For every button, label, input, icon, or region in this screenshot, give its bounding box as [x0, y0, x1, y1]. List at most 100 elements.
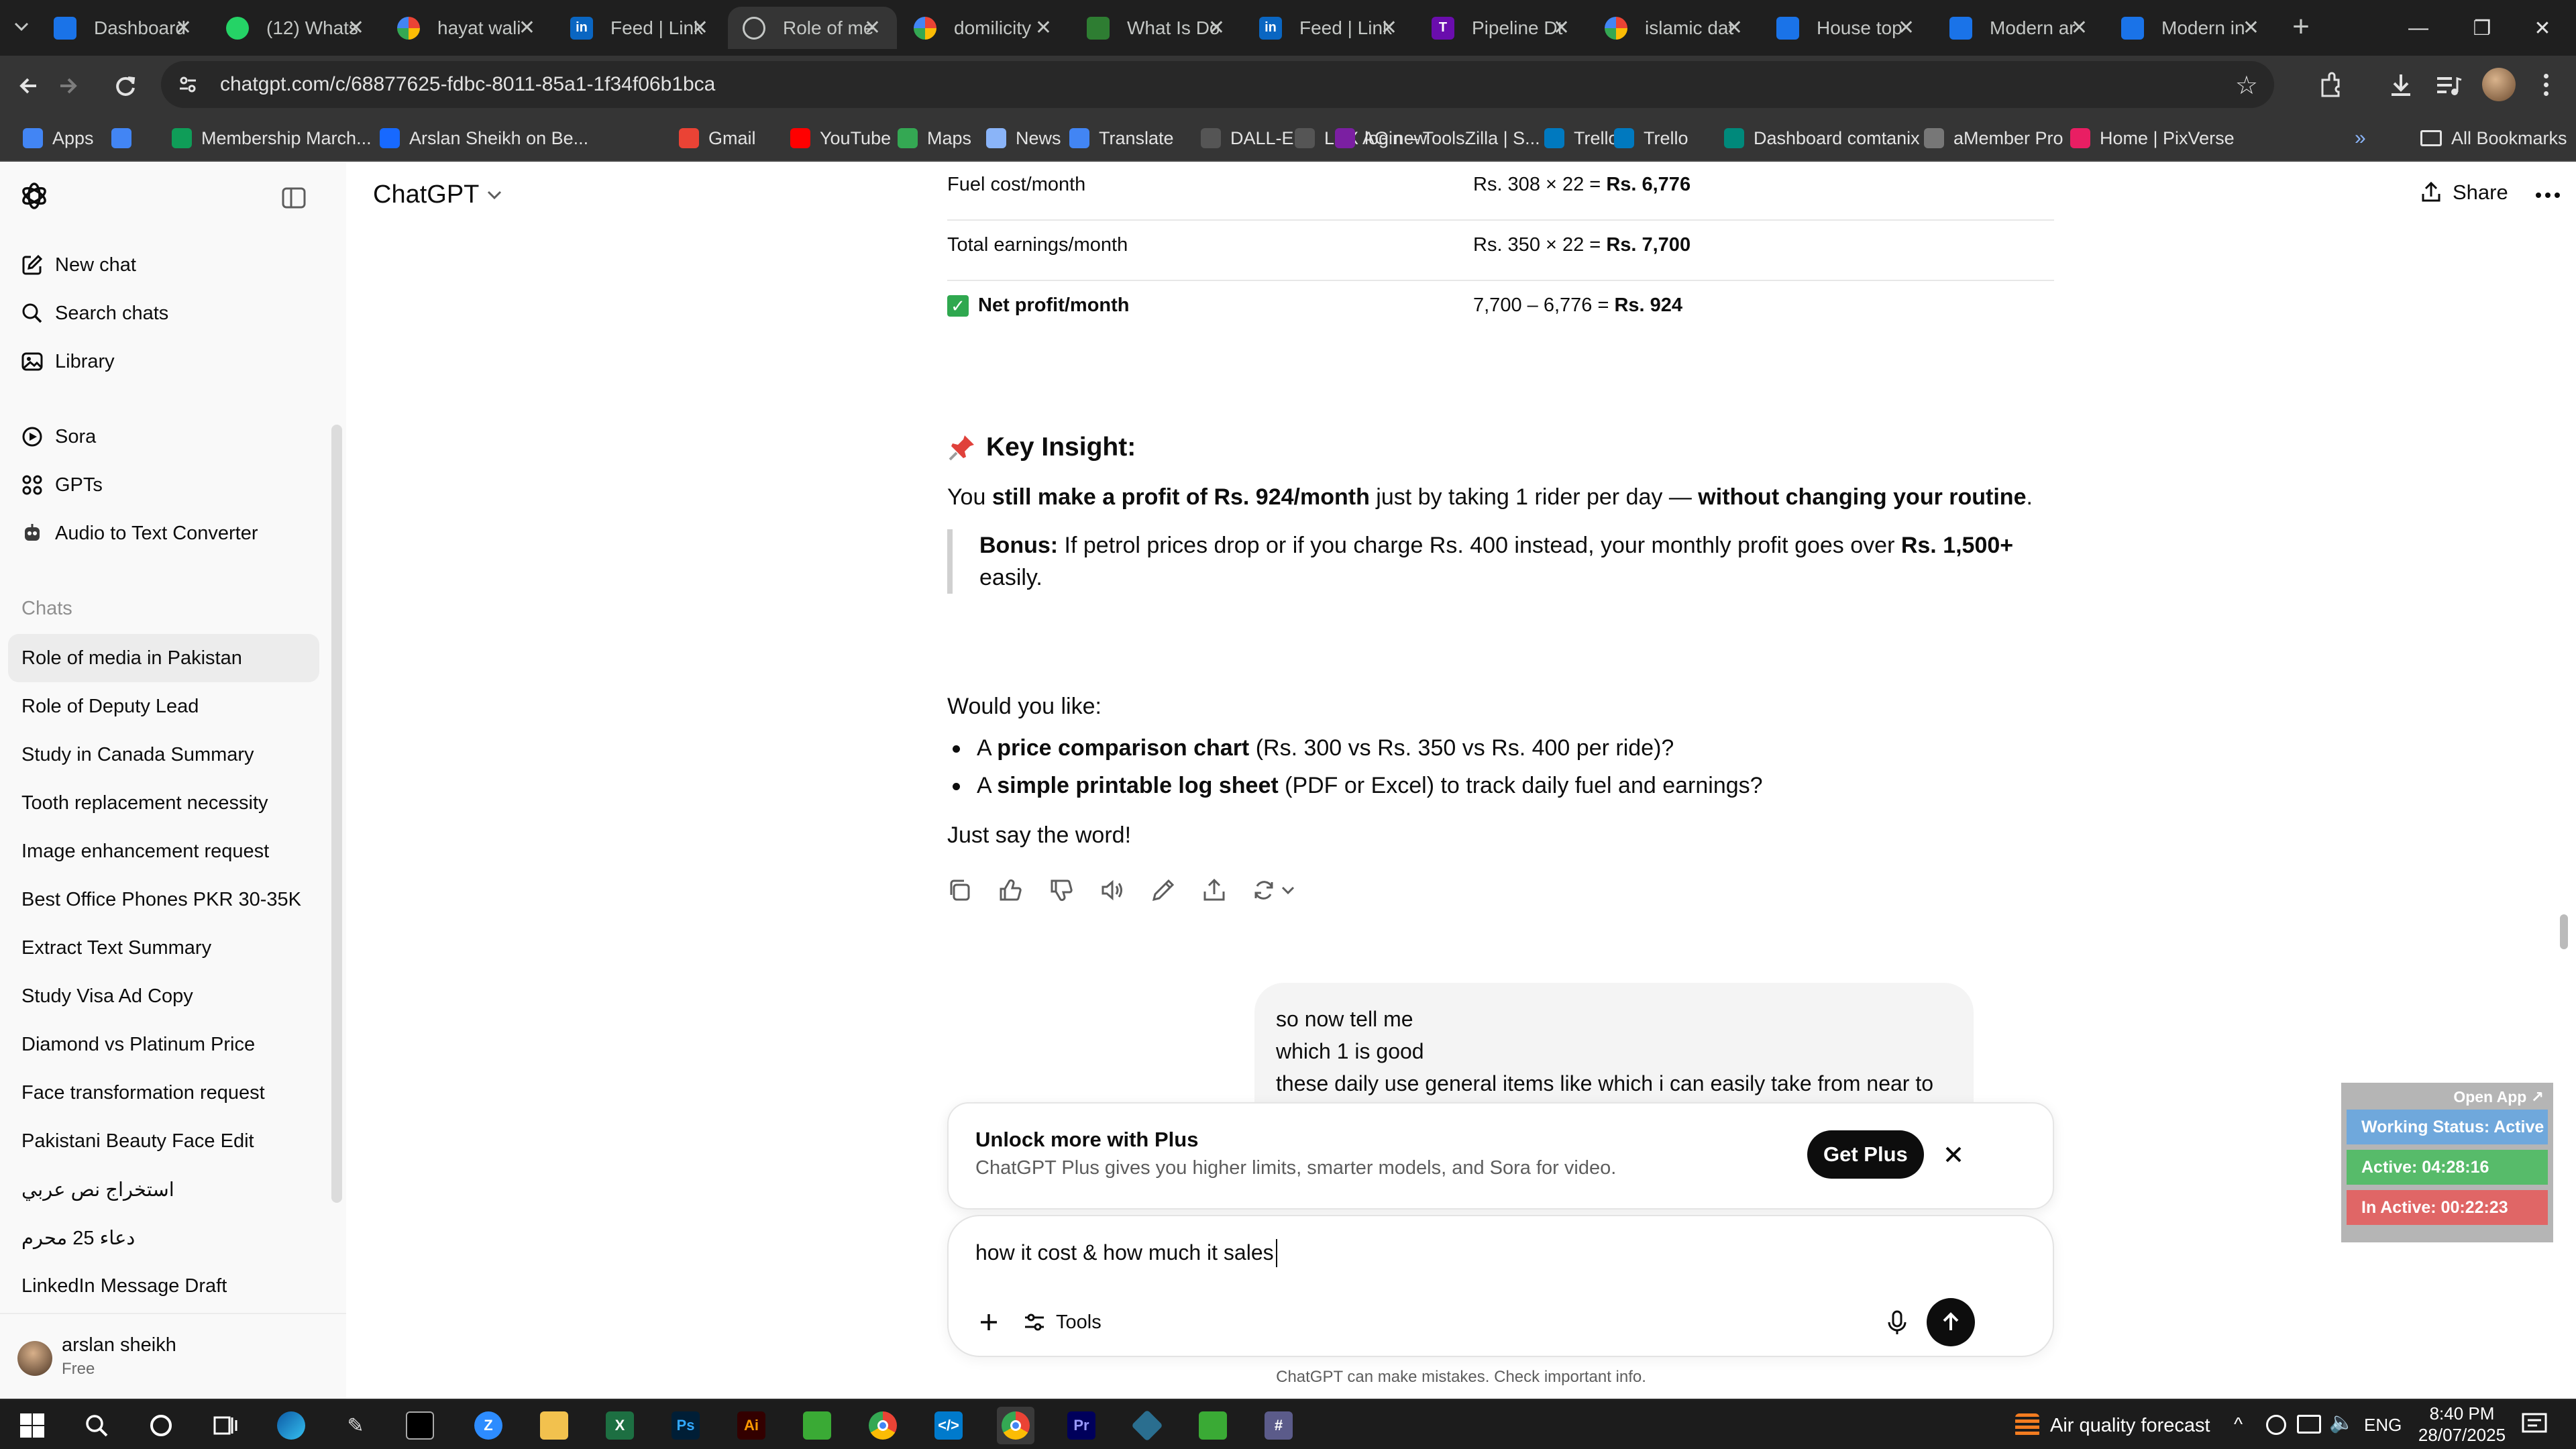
extensions-icon[interactable]	[2314, 69, 2347, 101]
bookmark-item[interactable]: Gmail	[679, 124, 756, 152]
bad-response-button[interactable]	[1045, 874, 1077, 906]
bookmarks-overflow-icon[interactable]: »	[2355, 124, 2366, 152]
chrome-menu-icon[interactable]	[2532, 68, 2559, 101]
bookmark-item[interactable]: Dashboard comtanix	[1724, 124, 1920, 152]
more-options-button[interactable]	[2536, 193, 2560, 198]
bookmark-item[interactable]: DALL-E 2	[1201, 124, 1309, 152]
new-tab-button[interactable]: +	[2284, 12, 2318, 46]
sidebar-scrollbar[interactable]	[331, 425, 342, 1203]
browser-tab[interactable]: Modern ar ✕	[1935, 7, 2104, 49]
chat-history-item[interactable]: Extract Text Summary	[8, 924, 319, 972]
bookmark-item[interactable]: login – ToolsZilla | S...	[1335, 124, 1540, 152]
bookmark-item[interactable]: Membership March...	[172, 124, 372, 152]
taskbar-app-vscode[interactable]: </>	[930, 1407, 967, 1444]
profile-avatar[interactable]	[2482, 68, 2516, 101]
task-view-button[interactable]	[207, 1407, 244, 1444]
chat-history-item[interactable]: Role of Deputy Lead	[8, 682, 319, 731]
close-tab-icon[interactable]: ✕	[1035, 16, 1052, 40]
taskbar-app-zoom[interactable]: Z	[470, 1407, 507, 1444]
back-button[interactable]	[13, 70, 44, 101]
audio-converter-button[interactable]: Audio to Text Converter	[20, 521, 258, 545]
bookmark-star-icon[interactable]: ☆	[2235, 70, 2258, 101]
close-tab-icon[interactable]: ✕	[1208, 16, 1225, 40]
taskbar-app-photoshop[interactable]: Ps	[667, 1407, 704, 1444]
edit-in-canvas-button[interactable]	[1147, 874, 1179, 906]
bookmark-item[interactable]: Arslan Sheikh on Be...	[380, 124, 588, 152]
close-tab-icon[interactable]: ✕	[1898, 16, 1915, 40]
chat-history-item[interactable]: دعاء 25 محرم	[8, 1214, 319, 1262]
chat-history-item[interactable]: Study Visa Ad Copy	[8, 972, 319, 1020]
model-selector[interactable]: ChatGPT	[373, 180, 503, 209]
minimize-button[interactable]: —	[2388, 8, 2449, 48]
close-tab-icon[interactable]: ✕	[519, 16, 535, 40]
browser-tab[interactable]: Dashboard ✕	[39, 7, 208, 49]
address-bar[interactable]: chatgpt.com/c/68877625-fdbc-8011-85a1-1f…	[161, 61, 2274, 108]
bookmark-item[interactable]: aMember Pro	[1924, 124, 2063, 152]
toggle-sidebar-button[interactable]	[280, 186, 307, 210]
taskbar-app-chrome-active[interactable]	[997, 1407, 1034, 1444]
browser-tab[interactable]: domilicity ✕	[899, 7, 1068, 49]
all-bookmarks-button[interactable]: All Bookmarks	[2420, 124, 2567, 152]
browser-tab[interactable]: House top ✕	[1762, 7, 1931, 49]
gpts-button[interactable]: GPTs	[20, 473, 103, 497]
site-info-icon[interactable]	[174, 71, 201, 98]
bookmark-item[interactable]: News	[986, 124, 1061, 152]
taskbar-app-edge[interactable]	[272, 1407, 310, 1444]
main-scrollbar[interactable]	[2560, 914, 2568, 949]
dictate-button[interactable]	[1881, 1306, 1913, 1338]
browser-tab[interactable]: Modern in ✕	[2106, 7, 2275, 49]
close-window-button[interactable]: ✕	[2512, 8, 2573, 48]
chat-history-item[interactable]: LinkedIn Message Draft	[8, 1262, 319, 1310]
taskbar-app-illustrator[interactable]: Ai	[733, 1407, 770, 1444]
chatgpt-logo-icon[interactable]	[19, 180, 50, 211]
chat-history-item[interactable]: Pakistani Beauty Face Edit	[8, 1117, 319, 1165]
notifications-button[interactable]	[2521, 1412, 2548, 1438]
copy-button[interactable]	[943, 874, 975, 906]
clock[interactable]: 8:40 PM 28/07/2025	[2415, 1403, 2509, 1446]
close-tab-icon[interactable]: ✕	[692, 16, 708, 40]
bookmark-item[interactable]: Trello	[1544, 124, 1619, 152]
regenerate-button[interactable]	[1249, 874, 1303, 906]
close-banner-button[interactable]	[1935, 1136, 1972, 1173]
chat-history-item[interactable]: Tooth replacement necessity	[8, 779, 319, 827]
bookmark-item[interactable]: YouTube	[790, 124, 891, 152]
chat-history-item[interactable]: استخراج نص عربي	[8, 1165, 319, 1214]
taskbar-app-terminal[interactable]	[401, 1407, 439, 1444]
close-tab-icon[interactable]: ✕	[2071, 16, 2088, 40]
restore-button[interactable]: ❐	[2452, 8, 2512, 48]
taskbar-app-excel[interactable]: X	[601, 1407, 639, 1444]
attach-button[interactable]	[973, 1306, 1005, 1338]
taskbar-app-premiere[interactable]: Pr	[1063, 1407, 1100, 1444]
close-tab-icon[interactable]: ✕	[1726, 16, 1743, 40]
share-button[interactable]: Share	[2419, 180, 2508, 205]
media-controls-icon[interactable]	[2432, 69, 2464, 101]
chat-history-item[interactable]: Diamond vs Platinum Price	[8, 1020, 319, 1069]
good-response-button[interactable]	[994, 874, 1026, 906]
close-tab-icon[interactable]: ✕	[347, 16, 364, 40]
close-tab-icon[interactable]: ✕	[1553, 16, 1570, 40]
get-plus-button[interactable]: Get Plus	[1807, 1130, 1924, 1179]
user-profile[interactable]: arslan sheikh Free	[0, 1313, 346, 1399]
close-tab-icon[interactable]: ✕	[864, 16, 881, 40]
browser-tab[interactable]: in Feed | Link ✕	[1244, 7, 1413, 49]
taskbar-app-diamond[interactable]	[1128, 1407, 1166, 1444]
bookmark-item[interactable]: Home | PixVerse	[2070, 124, 2235, 152]
bookmark-item[interactable]: Maps	[898, 124, 971, 152]
bookmark-item[interactable]: Translate	[1069, 124, 1174, 152]
start-button[interactable]	[13, 1407, 51, 1444]
bookmark-item[interactable]	[111, 124, 141, 152]
bookmark-item[interactable]: Apps	[23, 124, 94, 152]
browser-tab[interactable]: T Pipeline Dt ✕	[1417, 7, 1586, 49]
prompt-input[interactable]: how it cost & how much it sales	[975, 1240, 2022, 1265]
tab-search-button[interactable]	[8, 13, 35, 40]
chat-history-item[interactable]: Image enhancement request	[8, 827, 319, 875]
taskbar-app-green[interactable]	[798, 1407, 836, 1444]
chat-history-item[interactable]: Best Office Phones PKR 30-35K	[8, 875, 319, 924]
taskbar-app-green-2[interactable]	[1194, 1407, 1232, 1444]
chat-history-item[interactable]: Face transformation request	[8, 1069, 319, 1117]
taskbar-app-pen[interactable]: ✎	[337, 1407, 374, 1444]
share-message-button[interactable]	[1198, 874, 1230, 906]
browser-tab[interactable]: in Feed | Link ✕	[555, 7, 724, 49]
browser-tab[interactable]: hayat wali ✕	[382, 7, 551, 49]
taskbar-app-calculator[interactable]: #	[1260, 1407, 1297, 1444]
